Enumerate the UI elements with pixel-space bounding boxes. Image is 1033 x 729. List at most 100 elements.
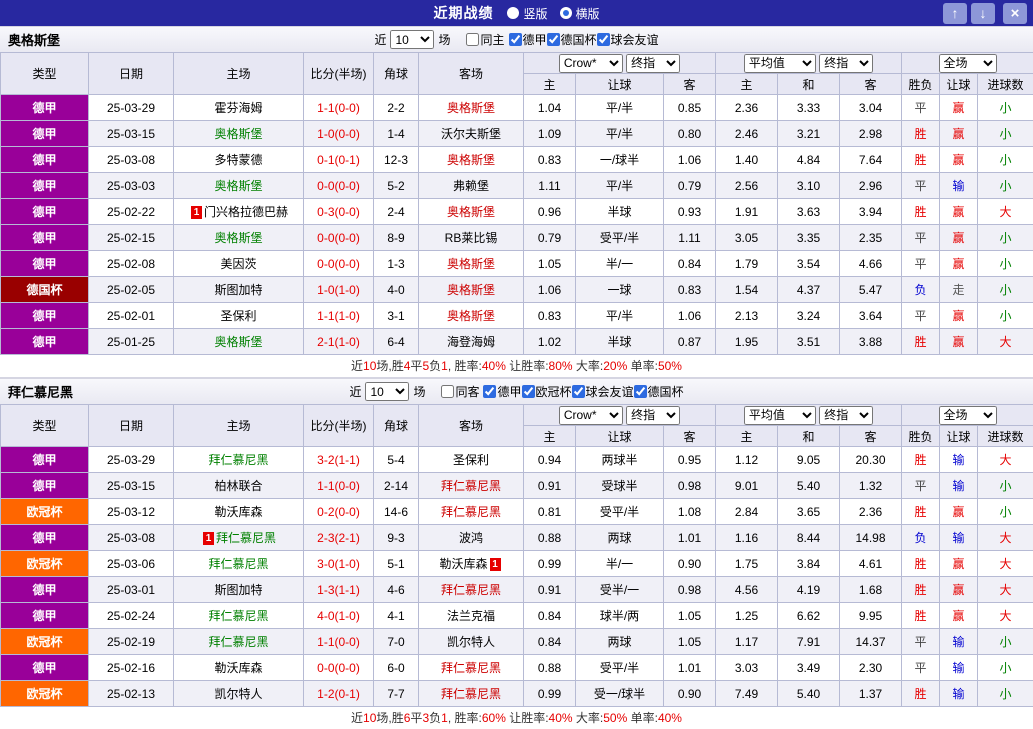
odds-source-select[interactable]: Crow*: [558, 53, 623, 73]
league-filter[interactable]: 欧冠杯: [521, 383, 572, 400]
summary-segment: 1: [441, 711, 448, 725]
asian-home-odds: 0.83: [523, 146, 576, 173]
euro-home-odds: 1.12: [715, 446, 778, 473]
league-checkbox[interactable]: [633, 385, 647, 398]
same-venue-filter[interactable]: 同客: [441, 383, 479, 400]
league-checkbox[interactable]: [571, 385, 585, 398]
league-cell: 德甲: [0, 250, 89, 277]
league-cell: 德甲: [0, 654, 89, 681]
match-row: 德甲 25-02-22 1 门兴格拉德巴赫 0-3(0-0) 2-4 奥格斯堡 0.96 半球 0…: [0, 198, 1033, 225]
same-venue-checkbox[interactable]: [466, 33, 480, 46]
league-checkbox[interactable]: [596, 33, 610, 46]
date-cell: 25-03-15: [88, 472, 174, 499]
home-team-cell: 奥格斯堡: [173, 224, 304, 251]
match-count-select[interactable]: 10: [365, 382, 410, 401]
euro-home-odds: 1.54: [715, 276, 778, 303]
odds-time-select[interactable]: 终指: [626, 405, 681, 425]
red-card-icon: 1: [190, 206, 202, 219]
corners-cell: 6-0: [373, 654, 419, 681]
corners-cell: 4-1: [373, 602, 419, 629]
goals-cell: 小: [977, 94, 1033, 121]
team-name: 奥格斯堡: [8, 33, 61, 48]
league-filter[interactable]: 德国杯: [633, 383, 684, 400]
avg-source-select[interactable]: 平均值: [743, 53, 816, 73]
scroll-down-button[interactable]: ↓: [971, 2, 995, 24]
summary-segment: , 胜率:: [447, 711, 482, 725]
same-venue-checkbox[interactable]: [441, 385, 455, 398]
summary-segment: 20%: [603, 359, 628, 373]
filter-bar: 拜仁慕尼黑 近 10 场 同客 德甲 欧冠杯 球会友谊 德国杯: [0, 378, 1033, 404]
goals-cell: 小: [977, 680, 1033, 707]
asian-home-odds: 0.99: [523, 550, 576, 577]
radio-icon[interactable]: [507, 7, 520, 19]
match-count-select[interactable]: 10: [390, 30, 435, 49]
corners-cell: 2-14: [373, 472, 419, 499]
date-cell: 25-03-12: [88, 498, 174, 525]
date-cell: 25-01-25: [88, 328, 174, 355]
odds-time-select[interactable]: 终指: [626, 53, 681, 73]
scope-select[interactable]: 全场: [938, 405, 997, 425]
asian-home-odds: 0.88: [523, 524, 576, 551]
away-team-cell: RB莱比锡: [418, 224, 524, 251]
asian-handicap: 受球半: [575, 472, 664, 499]
avg-source-select[interactable]: 平均值: [743, 405, 816, 425]
league-filter[interactable]: 德甲: [508, 31, 547, 48]
radio-checked-icon[interactable]: [559, 7, 572, 19]
horizontal-layout-radio[interactable]: 横版: [559, 5, 600, 22]
score-cell: 0-0(0-0): [303, 654, 374, 681]
asian-home-odds: 0.84: [523, 628, 576, 655]
euro-away-odds: 2.30: [838, 654, 903, 681]
cover-cell: 走: [939, 276, 979, 303]
league-filter[interactable]: 球会友谊: [596, 31, 659, 48]
summary-segment: 80%: [548, 359, 573, 373]
league-filter[interactable]: 球会友谊: [571, 383, 634, 400]
league-checkbox[interactable]: [546, 33, 560, 46]
scroll-up-button[interactable]: ↑: [943, 2, 967, 24]
goals-cell: 大: [977, 198, 1033, 225]
league-filter[interactable]: 德国杯: [546, 31, 597, 48]
match-row: 德甲 25-03-29 拜仁慕尼黑 3-2(1-1) 5-4 圣保利 0.94 两球半 0.95…: [0, 446, 1033, 473]
match-row: 欧冠杯 25-03-12 勒沃库森 0-2(0-0) 14-6 拜仁慕尼黑 0.81 受平/半…: [0, 498, 1033, 525]
vertical-layout-radio[interactable]: 竖版: [507, 5, 548, 22]
avg-time-select[interactable]: 终指: [819, 53, 874, 73]
asian-home-odds: 0.94: [523, 446, 576, 473]
close-button[interactable]: ×: [1003, 2, 1027, 24]
result-cell: 胜: [901, 602, 941, 629]
avg-time-select[interactable]: 终指: [819, 405, 874, 425]
col-corner: 角球: [373, 52, 419, 95]
odds-source-select[interactable]: Crow*: [558, 405, 623, 425]
summary-segment: 大率:: [572, 711, 604, 725]
euro-home-odds: 2.84: [715, 498, 778, 525]
league-checkbox[interactable]: [483, 385, 497, 398]
euro-home-odds: 3.05: [715, 224, 778, 251]
league-checkbox[interactable]: [508, 33, 522, 46]
asian-away-odds: 1.11: [663, 224, 716, 251]
col-asian-handicap: 让球: [575, 425, 664, 447]
summary-segment: 近: [351, 711, 364, 725]
horizontal-layout-label: 横版: [575, 6, 600, 21]
col-asian-away: 客: [663, 73, 716, 95]
result-cell: 胜: [901, 146, 941, 173]
summary-segment: 60%: [481, 711, 506, 725]
cover-cell: 赢: [939, 550, 979, 577]
match-row: 欧冠杯 25-02-13 凯尔特人 1-2(0-1) 7-7 拜仁慕尼黑 0.99 受一/球半…: [0, 680, 1033, 707]
league-filter[interactable]: 德甲: [483, 383, 522, 400]
corners-cell: 1-3: [373, 250, 419, 277]
date-cell: 25-02-15: [88, 224, 174, 251]
summary-segment: 大率:: [572, 359, 604, 373]
euro-away-odds: 4.61: [838, 550, 903, 577]
asian-home-odds: 1.05: [523, 250, 576, 277]
home-team-cell: 拜仁慕尼黑: [173, 602, 304, 629]
cover-cell: 赢: [939, 224, 979, 251]
away-team-cell: 海登海姆: [418, 328, 524, 355]
euro-draw-odds: 3.84: [777, 550, 840, 577]
scope-select[interactable]: 全场: [938, 53, 997, 73]
league-checkbox[interactable]: [521, 385, 535, 398]
away-team-cell: 圣保利: [418, 446, 524, 473]
same-venue-filter[interactable]: 同主: [466, 31, 505, 48]
down-arrow-icon: ↓: [979, 5, 987, 21]
euro-home-odds: 1.95: [715, 328, 778, 355]
goals-cell: 大: [977, 550, 1033, 577]
asian-away-odds: 0.95: [663, 446, 716, 473]
league-cell: 欧冠杯: [0, 628, 89, 655]
